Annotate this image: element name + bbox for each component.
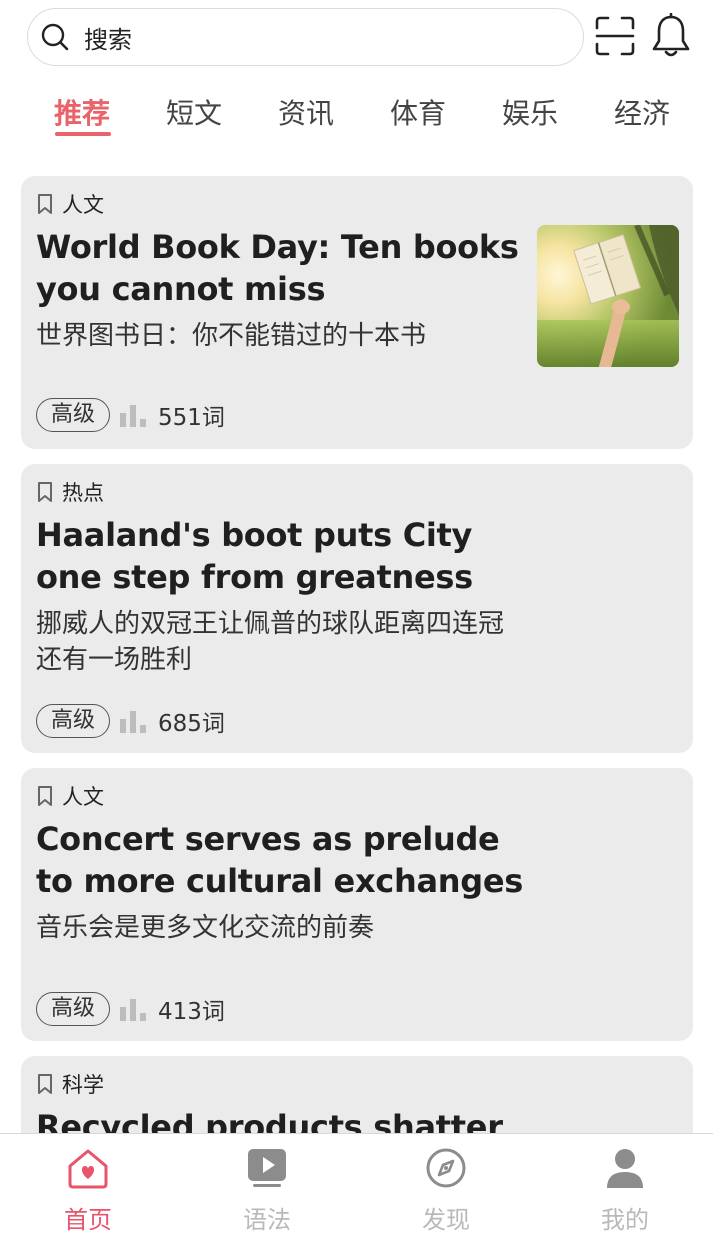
bookmark-icon (38, 1074, 52, 1094)
nav-profile[interactable]: 我的 (565, 1146, 685, 1235)
article-category: 热点 (62, 481, 104, 505)
scan-icon[interactable] (595, 16, 635, 56)
article-subtitle: 挪威人的双冠王让佩普的球队距离四连冠还有一场胜利 (36, 609, 505, 675)
bell-icon[interactable] (650, 13, 692, 59)
nav-label: 发现 (422, 1206, 470, 1234)
search-input[interactable]: 搜索 (27, 8, 584, 66)
active-tab-indicator (55, 132, 111, 136)
difficulty-bars-icon (120, 711, 147, 733)
nav-label: 语法 (243, 1206, 291, 1234)
search-icon (41, 23, 69, 51)
tab-news[interactable]: 资讯 (278, 92, 334, 132)
category-row: 科学 (36, 1070, 104, 1098)
nav-label: 我的 (601, 1206, 649, 1234)
article-meta: 高级 685词 (36, 702, 225, 740)
book-in-hand-image (537, 225, 679, 367)
article-card[interactable]: 科学 Recycled products shatter old (21, 1056, 693, 1134)
nav-discover[interactable]: 发现 (386, 1146, 506, 1235)
level-badge: 高级 (36, 704, 111, 738)
word-count: 551词 (158, 405, 225, 431)
article-category: 人文 (62, 193, 104, 217)
bookmark-icon (38, 482, 52, 502)
article-subtitle: 世界图书日：你不能错过的十本书 (36, 321, 427, 351)
tab-entertainment[interactable]: 娱乐 (502, 92, 558, 132)
category-row: 热点 (36, 478, 104, 506)
article-category: 人文 (62, 785, 104, 809)
article-thumbnail (537, 225, 679, 367)
nav-grammar[interactable]: 语法 (207, 1146, 327, 1235)
nav-label: 首页 (64, 1206, 112, 1234)
category-tabs: 推荐 短文 资讯 体育 娱乐 经济 (0, 84, 713, 140)
article-meta: 高级 551词 (36, 396, 225, 434)
article-meta: 高级 413词 (36, 990, 225, 1028)
video-play-icon (248, 1149, 286, 1187)
bookmark-icon (38, 194, 52, 214)
article-title: Haaland's boot puts City one step from g… (36, 516, 473, 596)
level-badge: 高级 (36, 398, 111, 432)
bookmark-icon (38, 786, 52, 806)
top-header: 搜索 (0, 0, 713, 80)
nav-home[interactable]: 首页 (28, 1146, 148, 1235)
article-title: Recycled products shatter old (36, 1108, 503, 1134)
tab-sports[interactable]: 体育 (390, 92, 446, 132)
article-feed[interactable]: 人文 World Book Day: Ten books you cannot … (0, 176, 713, 1134)
home-heart-icon (68, 1149, 108, 1189)
article-subtitle: 音乐会是更多文化交流的前奏 (36, 913, 375, 943)
user-icon (607, 1149, 643, 1188)
article-card[interactable]: 人文 Concert serves as prelude to more cul… (21, 768, 693, 1041)
difficulty-bars-icon (120, 405, 147, 427)
level-badge: 高级 (36, 992, 111, 1026)
compass-icon (426, 1148, 466, 1188)
tab-recommended[interactable]: 推荐 (54, 92, 110, 132)
difficulty-bars-icon (120, 999, 147, 1021)
category-row: 人文 (36, 782, 104, 810)
word-count: 413词 (158, 999, 225, 1025)
tab-short-articles[interactable]: 短文 (166, 92, 222, 132)
article-title: Concert serves as prelude to more cultur… (36, 820, 523, 900)
word-count: 685词 (158, 711, 225, 737)
tab-economy[interactable]: 经济 (614, 92, 670, 132)
article-card[interactable]: 热点 Haaland's boot puts City one step fro… (21, 464, 693, 753)
article-card[interactable]: 人文 World Book Day: Ten books you cannot … (21, 176, 693, 449)
category-row: 人文 (36, 190, 104, 218)
article-title: World Book Day: Ten books you cannot mis… (36, 228, 519, 308)
bottom-nav: 首页 语法 发现 我的 (0, 1133, 713, 1235)
article-category: 科学 (62, 1073, 104, 1097)
search-placeholder: 搜索 (84, 25, 132, 54)
